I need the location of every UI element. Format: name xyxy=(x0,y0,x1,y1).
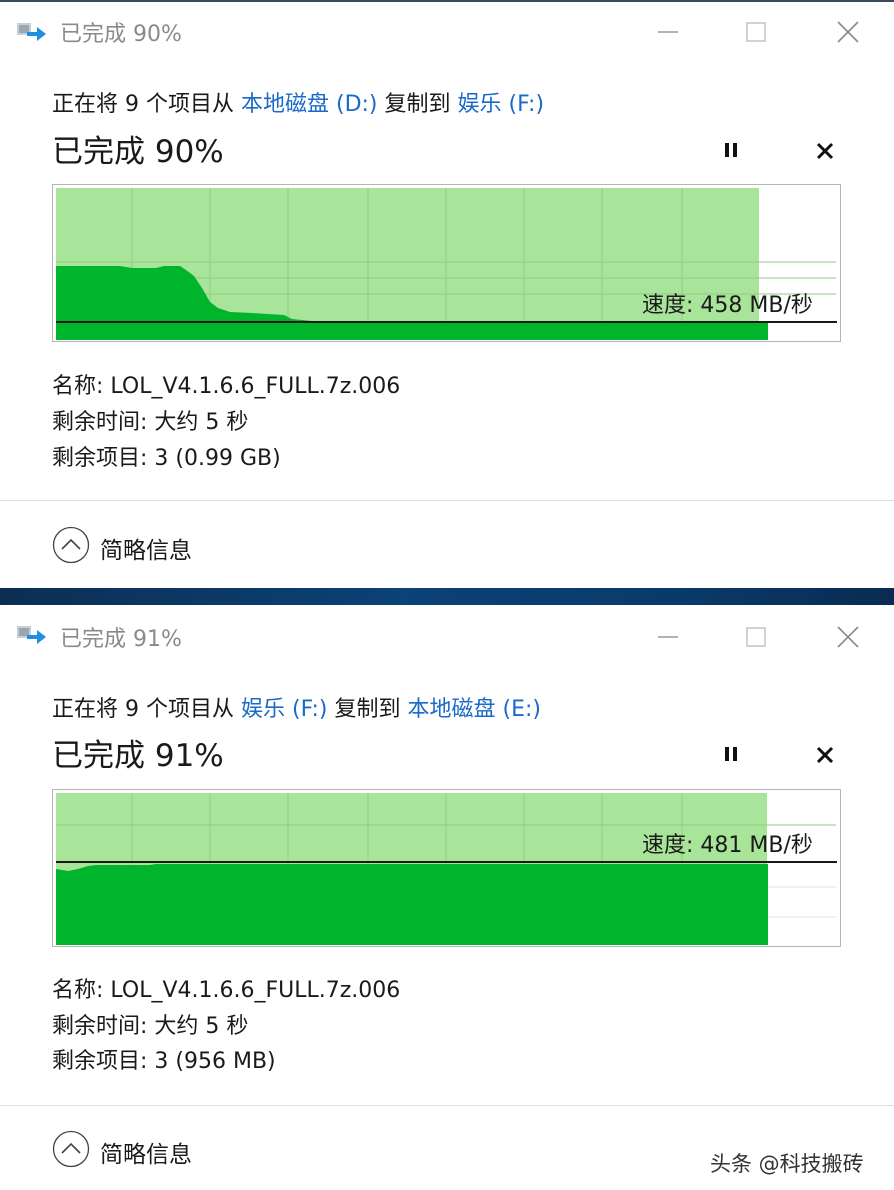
copy-arrow-icon xyxy=(17,23,46,41)
items-remaining-row: 剩余项目: 3 (956 MB) xyxy=(52,1049,276,1074)
watermark: 头条 @科技搬砖 xyxy=(710,1152,864,1176)
fewer-details-button[interactable]: 简略信息 xyxy=(100,531,192,565)
source-link[interactable]: 本地磁盘 (D:) xyxy=(241,92,378,117)
cancel-icon[interactable] xyxy=(810,738,840,770)
window-title: 已完成 90% xyxy=(60,22,182,47)
speed-graph xyxy=(52,789,841,947)
destination-drive: (F:) xyxy=(501,92,545,117)
progress-percent: 已完成 90% xyxy=(52,134,224,170)
title-bar[interactable]: 已完成 90% xyxy=(0,0,894,62)
copy-description: 正在将 9 个项目从 娱乐 (F:) 复制到 本地磁盘 (E:) xyxy=(52,691,541,723)
title-bar[interactable]: 已完成 91% xyxy=(0,605,894,667)
copy-dialog-2: 已完成 91% 正在将 9 个项目从 娱乐 (F:) 复制到 本地磁盘 (E:)… xyxy=(0,605,894,1190)
copy-description: 正在将 9 个项目从 本地磁盘 (D:) 复制到 娱乐 (F:) xyxy=(52,86,544,118)
source-drive: (D:) xyxy=(329,92,378,117)
destination-link[interactable]: 本地磁盘 (E:) xyxy=(408,697,542,722)
source-link[interactable]: 娱乐 (F:) xyxy=(241,697,328,722)
destination-name: 娱乐 xyxy=(457,92,502,117)
copy-dialog-1: 已完成 90% 正在将 9 个项目从 本地磁盘 (D:) 复制到 娱乐 (F:)… xyxy=(0,0,894,588)
chevron-up-icon[interactable] xyxy=(52,1130,90,1168)
speed-readout: 速度: 458 MB/秒 xyxy=(642,293,813,318)
desc-prefix: 正在将 9 个项目从 xyxy=(52,697,241,722)
source-name: 本地磁盘 xyxy=(240,92,329,117)
destination-name: 本地磁盘 xyxy=(407,697,496,722)
copy-arrow-icon xyxy=(17,626,46,644)
destination-drive: (E:) xyxy=(495,697,542,722)
pause-icon[interactable] xyxy=(716,738,746,770)
maximize-icon[interactable] xyxy=(736,14,776,50)
time-remaining-row: 剩余时间: 大约 5 秒 xyxy=(52,410,249,435)
file-name-row: 名称: LOL_V4.1.6.6_FULL.7z.006 xyxy=(52,978,401,1003)
footer-separator xyxy=(0,1105,894,1106)
time-remaining-row: 剩余时间: 大约 5 秒 xyxy=(52,1014,249,1039)
file-name-row: 名称: LOL_V4.1.6.6_FULL.7z.006 xyxy=(52,374,401,399)
taskbar-strip xyxy=(0,588,894,605)
minimize-icon[interactable] xyxy=(648,619,688,655)
destination-link[interactable]: 娱乐 (F:) xyxy=(458,92,545,117)
close-icon[interactable] xyxy=(828,14,868,50)
speed-area xyxy=(56,864,768,945)
close-icon[interactable] xyxy=(828,619,868,655)
desc-middle: 复制到 xyxy=(377,92,458,117)
minimize-icon[interactable] xyxy=(648,14,688,50)
cancel-icon[interactable] xyxy=(810,134,840,166)
items-remaining-row: 剩余项目: 3 (0.99 GB) xyxy=(52,446,281,471)
chevron-up-icon[interactable] xyxy=(52,526,90,564)
window-title: 已完成 91% xyxy=(60,627,182,652)
fewer-details-button[interactable]: 简略信息 xyxy=(100,1135,192,1169)
maximize-icon[interactable] xyxy=(736,619,776,655)
source-drive: (F:) xyxy=(285,697,328,722)
footer-separator xyxy=(0,500,894,501)
desc-middle: 复制到 xyxy=(327,697,408,722)
progress-percent: 已完成 91% xyxy=(52,738,224,774)
speed-readout: 速度: 481 MB/秒 xyxy=(642,833,813,858)
pause-icon[interactable] xyxy=(716,134,746,166)
source-name: 娱乐 xyxy=(240,697,285,722)
desc-prefix: 正在将 9 个项目从 xyxy=(52,92,241,117)
